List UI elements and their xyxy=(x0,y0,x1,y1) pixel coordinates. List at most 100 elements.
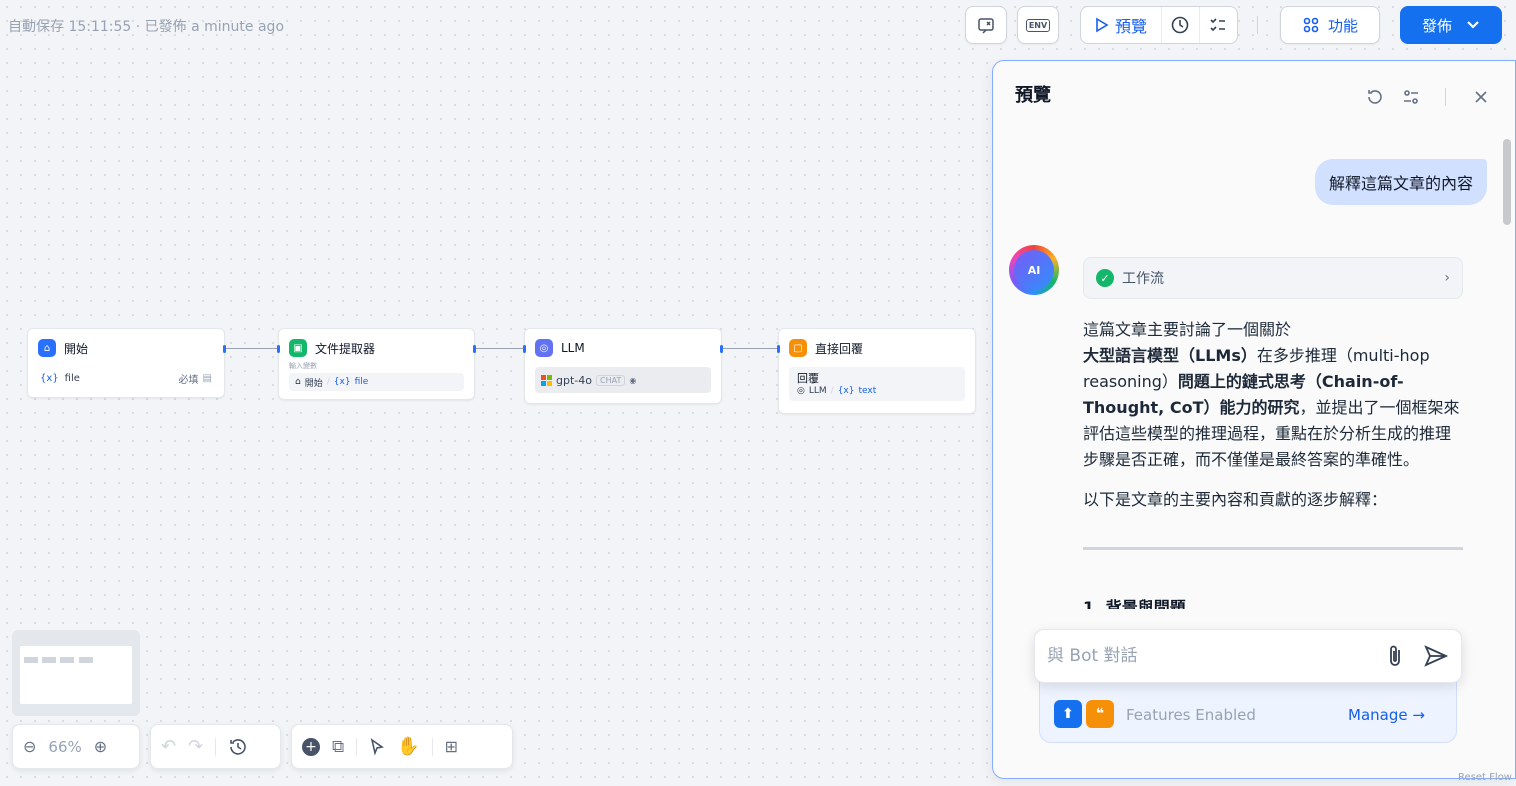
scrollbar[interactable] xyxy=(1503,139,1511,225)
send-icon[interactable] xyxy=(1423,644,1449,668)
add-node-icon[interactable]: + xyxy=(302,737,320,756)
workflow-label: 工作流 xyxy=(1122,271,1164,287)
publish-button[interactable]: 發佈 xyxy=(1400,6,1502,44)
model-name: gpt-4o xyxy=(556,373,592,387)
file-icon: ▤ xyxy=(202,373,212,384)
minimap[interactable] xyxy=(12,630,140,716)
variables-icon[interactable] xyxy=(1401,87,1421,107)
folder-upload-icon: ⬆ xyxy=(1054,700,1082,728)
divider xyxy=(215,737,217,756)
panel-divider xyxy=(1445,88,1446,106)
zoom-out-icon[interactable]: ⊖ xyxy=(23,737,36,756)
answer-divider xyxy=(1083,547,1463,550)
zoom-level[interactable]: 66% xyxy=(48,738,81,756)
answer-icon: ▢ xyxy=(789,339,807,357)
variable-icon: {x} xyxy=(40,373,59,384)
close-icon[interactable] xyxy=(1473,89,1489,105)
pointer-icon[interactable] xyxy=(369,737,385,756)
user-message: 解釋這篇文章的內容 xyxy=(1314,159,1487,205)
history-controls: ↶ ↷ xyxy=(150,724,281,769)
manage-label: Manage xyxy=(1348,706,1408,724)
input-port[interactable] xyxy=(523,345,526,353)
organize-icon[interactable]: ⊞ xyxy=(445,737,458,756)
zoom-in-icon[interactable]: ⊕ xyxy=(94,737,107,756)
node-doc-extractor[interactable]: ▣ 文件提取器 輸入變數 ⌂ 開始 / {x} file xyxy=(277,328,476,400)
workflow-status-bar[interactable]: ✓ 工作流 › xyxy=(1083,257,1463,299)
node-llm[interactable]: ◎ LLM gpt-4o CHAT ◉ xyxy=(523,328,723,404)
publish-label: 發佈 xyxy=(1421,16,1452,35)
node-answer-title: 直接回覆 xyxy=(815,341,864,356)
checklist-icon xyxy=(978,18,994,34)
input-port[interactable] xyxy=(777,345,780,353)
paperclip-icon[interactable] xyxy=(1383,643,1407,669)
toolbar-divider xyxy=(1257,16,1258,34)
node-start[interactable]: ⌂ 開始 {x} file 必填 ▤ xyxy=(27,328,226,398)
output-port[interactable] xyxy=(473,345,476,353)
features-icon xyxy=(1303,17,1319,33)
source-node: LLM xyxy=(808,386,827,396)
document-icon: ▣ xyxy=(289,339,307,357)
restart-icon[interactable] xyxy=(1365,87,1385,107)
arrow-right-icon: → xyxy=(1412,706,1425,724)
edge-extractor-llm xyxy=(476,348,524,349)
source-node: 開始 xyxy=(304,378,323,389)
home-icon: ⌂ xyxy=(38,339,56,357)
variable-icon: {x} xyxy=(837,386,855,396)
node-llm-title: LLM xyxy=(561,341,585,355)
features-button[interactable]: 功能 xyxy=(1280,6,1380,44)
llm-mini-icon: ◎ xyxy=(797,386,805,396)
divider xyxy=(356,737,358,756)
output-port[interactable] xyxy=(720,345,723,353)
microsoft-logo-icon xyxy=(541,374,552,386)
chevron-right-icon: › xyxy=(1444,270,1450,286)
minimap-viewport[interactable] xyxy=(20,646,132,704)
section-heading: 1. 背景與問題 xyxy=(1083,598,1186,609)
play-icon xyxy=(1096,17,1109,33)
features-enabled-label: Features Enabled xyxy=(1126,706,1256,724)
output-port[interactable] xyxy=(223,345,226,353)
preview-panel: 預覽 解釋這篇文章的內容 AI ✓ 工作流 › 這篇文章主要討論了一個關於大型語… xyxy=(992,60,1516,779)
answer-bold: 大型語言模型（LLMs） xyxy=(1083,346,1257,365)
redo-icon[interactable]: ↷ xyxy=(188,736,203,757)
chevron-down-icon xyxy=(1467,21,1479,29)
checklist-button[interactable] xyxy=(965,6,1007,44)
variable-icon: {x} xyxy=(333,377,351,387)
node-direct-answer[interactable]: ▢ 直接回覆 回覆 ◎ LLM / {x} text xyxy=(777,328,976,414)
minimap-node xyxy=(79,657,93,663)
add-note-icon[interactable]: ⧉ xyxy=(332,737,344,757)
env-icon: ENV xyxy=(1025,18,1051,32)
undo-icon[interactable]: ↶ xyxy=(161,736,176,757)
edge-start-extractor xyxy=(226,348,278,349)
ai-icon: AI xyxy=(1014,250,1054,290)
opening-statement-icon: ❝ xyxy=(1086,700,1114,728)
required-label: 必填 xyxy=(178,375,199,386)
checklist-list-button[interactable] xyxy=(1200,7,1238,43)
run-history-button[interactable] xyxy=(1162,7,1200,43)
version-history-icon[interactable] xyxy=(228,737,248,757)
bot-answer: 這篇文章主要討論了一個關於大型語言模型（LLMs）在多步推理（multi-hop… xyxy=(1083,317,1463,513)
autosave-status: 自動保存 15:11:55 · 已發佈 a minute ago xyxy=(8,19,285,35)
bot-avatar: AI xyxy=(1009,245,1059,295)
chat-input[interactable] xyxy=(1047,646,1383,666)
list-check-icon xyxy=(1210,18,1226,32)
hand-icon[interactable]: ✋ xyxy=(397,736,419,757)
node-extractor-title: 文件提取器 xyxy=(315,341,376,356)
preview-group: 預覽 xyxy=(1080,6,1238,44)
env-button[interactable]: ENV xyxy=(1017,6,1059,44)
input-port[interactable] xyxy=(277,345,280,353)
source-var: text xyxy=(858,386,877,396)
answer-text: 這篇文章主要討論了一個關於 xyxy=(1083,320,1292,339)
source-var: file xyxy=(354,377,369,387)
check-circle-icon: ✓ xyxy=(1096,269,1114,287)
manage-link[interactable]: Manage → xyxy=(1348,706,1425,724)
llm-icon: ◎ xyxy=(535,339,553,357)
chat-input-box xyxy=(1034,629,1462,683)
minimap-node xyxy=(42,657,56,663)
minimap-node xyxy=(60,657,74,663)
input-var-label: 輸入變數 xyxy=(289,362,317,370)
history-clock-icon xyxy=(1171,16,1189,34)
preview-button[interactable]: 預覽 xyxy=(1081,7,1162,43)
reply-label: 回覆 xyxy=(797,372,819,385)
tool-controls: + ⧉ ✋ ⊞ xyxy=(291,724,513,769)
reset-flow-link[interactable]: Reset Flow xyxy=(1458,772,1512,783)
